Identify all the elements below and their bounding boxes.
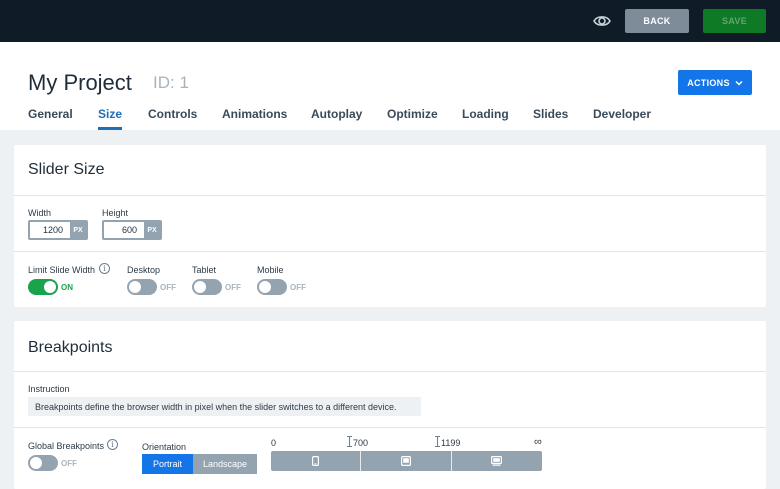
breakpoint-handle-icon[interactable] — [435, 436, 440, 447]
divider — [14, 371, 766, 372]
desktop-state: OFF — [160, 283, 176, 292]
limit-slide-width-toggle[interactable] — [28, 279, 58, 295]
tab-autoplay[interactable]: Autoplay — [311, 107, 362, 121]
mobile-toggle[interactable] — [257, 279, 287, 295]
limit-slide-width-label: Limit Slide Width — [28, 265, 96, 275]
height-unit: PX — [144, 222, 160, 238]
tab-loading[interactable]: Loading — [462, 107, 509, 121]
actions-label: ACTIONS — [687, 77, 730, 88]
width-unit: PX — [70, 222, 86, 238]
breakpoint-separator[interactable] — [451, 451, 452, 471]
card-title-breakpoints: Breakpoints — [28, 339, 113, 356]
actions-button[interactable]: ACTIONS — [678, 70, 752, 95]
tablet-state: OFF — [225, 283, 241, 292]
global-breakpoints-label: Global Breakpoints — [28, 441, 105, 451]
divider — [14, 195, 766, 196]
global-breakpoints-toggle[interactable] — [28, 455, 58, 471]
desktop-label: Desktop — [127, 265, 161, 275]
tab-animations[interactable]: Animations — [222, 107, 287, 121]
active-tab-indicator — [98, 127, 122, 130]
tab-optimize[interactable]: Optimize — [387, 107, 438, 121]
breakpoint-scale-start: 0 — [271, 438, 277, 448]
chevron-down-icon — [735, 80, 743, 86]
tab-size[interactable]: Size — [98, 107, 122, 121]
info-icon[interactable]: i — [107, 439, 118, 450]
limit-slide-width-state: ON — [61, 283, 73, 292]
tab-developer[interactable]: Developer — [593, 107, 651, 121]
divider — [14, 427, 766, 428]
breakpoint-scale-end: ∞ — [534, 436, 542, 448]
project-id: ID: 1 — [153, 73, 189, 92]
width-input[interactable]: 1200 PX — [28, 220, 88, 240]
breakpoint-value: 700 — [353, 438, 369, 448]
tab-controls[interactable]: Controls — [148, 107, 197, 121]
instruction-label: Instruction — [28, 384, 70, 394]
global-breakpoints-state: OFF — [61, 459, 77, 468]
orientation-landscape[interactable]: Landscape — [193, 454, 257, 474]
breakpoint-handle-icon[interactable] — [347, 436, 352, 447]
height-label: Height — [102, 208, 129, 218]
height-value: 600 — [121, 225, 137, 235]
orientation-label: Orientation — [142, 442, 187, 452]
desktop-icon — [491, 456, 502, 466]
eye-icon[interactable] — [592, 12, 612, 30]
card-title-slider-size: Slider Size — [28, 161, 105, 178]
info-icon[interactable]: i — [99, 263, 110, 274]
width-label: Width — [28, 208, 52, 218]
tablet-icon — [401, 456, 411, 466]
back-button[interactable]: BACK — [625, 9, 689, 33]
desktop-toggle[interactable] — [127, 279, 157, 295]
page-title: My Project — [28, 70, 132, 95]
instruction-text: Breakpoints define the browser width in … — [28, 397, 421, 416]
width-value: 1200 — [42, 225, 63, 235]
divider — [14, 251, 766, 252]
main-content: My Project ID: 1 ACTIONS General Size Co… — [0, 42, 780, 489]
save-button[interactable]: SAVE — [703, 9, 766, 33]
breakpoint-bar[interactable] — [271, 451, 542, 471]
height-input[interactable]: 600 PX — [102, 220, 162, 240]
mobile-icon — [312, 456, 319, 466]
tablet-label: Tablet — [192, 265, 217, 275]
top-bar: BACK SAVE — [0, 0, 780, 42]
mobile-state: OFF — [290, 283, 306, 292]
tab-general[interactable]: General — [28, 107, 73, 121]
slider-size-card: Slider Size Width 1200 PX Height 600 PX … — [14, 145, 766, 307]
orientation-portrait[interactable]: Portrait — [142, 454, 193, 474]
page-header: My Project ID: 1 ACTIONS General Size Co… — [0, 42, 780, 130]
breakpoints-card: Breakpoints Instruction Breakpoints defi… — [14, 321, 766, 489]
tab-slides[interactable]: Slides — [533, 107, 568, 121]
breakpoint-value: 1199 — [441, 438, 461, 448]
tablet-toggle[interactable] — [192, 279, 222, 295]
mobile-label: Mobile — [257, 265, 284, 275]
breakpoint-separator[interactable] — [360, 451, 361, 471]
